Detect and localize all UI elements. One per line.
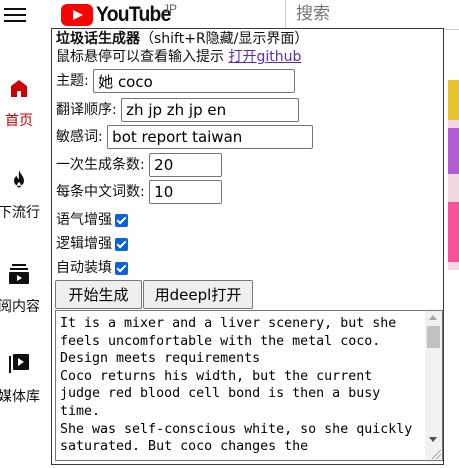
flame-icon: [14, 170, 24, 188]
sidebar-item-label: 阅内容: [0, 299, 40, 315]
home-icon: [11, 80, 27, 97]
resize-grip-icon[interactable]: [432, 450, 441, 459]
scroll-up-arrow-icon[interactable]: [429, 315, 437, 320]
hint-text: 鼠标悬停可以查看输入提示: [56, 49, 229, 65]
panel-title-text: 垃圾话生成器: [56, 31, 140, 47]
sidebar-item-home[interactable]: 首页: [0, 76, 50, 130]
output-scrollbar[interactable]: [425, 311, 442, 460]
start-generate-button[interactable]: 开始生成: [55, 280, 142, 309]
words-row: 每条中文词数:: [56, 180, 223, 204]
words-label: 每条中文词数:: [56, 183, 145, 200]
sidebar-item-trending[interactable]: 下流行: [0, 168, 50, 222]
open-deepl-button[interactable]: 用deepl打开: [143, 280, 253, 309]
tone-checkbox[interactable]: [115, 214, 128, 227]
youtube-topbar: YouTube JP: [0, 0, 459, 30]
search-input[interactable]: [294, 3, 458, 25]
video-thumbnail[interactable]: [448, 80, 459, 270]
youtube-logo[interactable]: YouTube JP: [61, 2, 178, 28]
subscriptions-icon: [9, 264, 29, 284]
tone-row: 语气增强: [56, 212, 128, 230]
sidebar-item-label: 首页: [5, 113, 33, 129]
output-text: It is a mixer and a liver scenery, but s…: [60, 316, 413, 455]
play-icon: [61, 4, 93, 26]
scroll-down-arrow-icon[interactable]: [429, 437, 437, 442]
panel-title-shortcut: （shift+R隐藏/显示界面）: [140, 31, 309, 47]
sensitive-words-input[interactable]: [107, 125, 314, 149]
words-per-line-input[interactable]: [149, 180, 223, 204]
topic-row: 主题:: [56, 69, 296, 93]
logic-label: 逻辑增强: [56, 236, 112, 252]
sidebar: 首页 下流行 阅内容 媒体库: [0, 30, 50, 468]
autofill-checkbox[interactable]: [115, 262, 128, 275]
sidebar-item-subscriptions[interactable]: 阅内容: [0, 262, 50, 316]
logo-text: YouTube: [96, 3, 171, 26]
logic-row: 逻辑增强: [56, 236, 128, 254]
order-row: 翻译顺序:: [56, 98, 300, 122]
library-icon: [9, 354, 29, 373]
search-box[interactable]: [285, 0, 459, 30]
order-label: 翻译顺序:: [56, 101, 117, 118]
github-link[interactable]: 打开github: [228, 49, 301, 65]
scroll-thumb[interactable]: [427, 326, 440, 348]
topic-label: 主题:: [56, 72, 89, 89]
autofill-label: 自动装填: [56, 260, 112, 276]
sidebar-item-library[interactable]: 媒体库: [0, 352, 50, 406]
topic-input[interactable]: [93, 69, 296, 93]
hamburger-menu-icon[interactable]: [4, 5, 26, 23]
generator-panel: 垃圾话生成器（shift+R隐藏/显示界面） 鼠标悬停可以查看输入提示 打开gi…: [51, 28, 444, 465]
output-textarea[interactable]: It is a mixer and a liver scenery, but s…: [55, 310, 443, 461]
sensitive-label: 敏感词:: [56, 128, 103, 145]
tone-label: 语气增强: [56, 212, 112, 228]
count-label: 一次生成条数:: [56, 156, 145, 173]
logo-country-code: JP: [163, 2, 178, 16]
count-row: 一次生成条数:: [56, 153, 223, 177]
logic-checkbox[interactable]: [115, 238, 128, 251]
sidebar-item-label: 下流行: [0, 205, 40, 221]
sidebar-item-label: 媒体库: [0, 389, 40, 405]
autofill-row: 自动装填: [56, 260, 128, 278]
count-input[interactable]: [149, 153, 223, 177]
translation-order-input[interactable]: [121, 98, 300, 122]
panel-title: 垃圾话生成器（shift+R隐藏/显示界面）: [56, 31, 308, 48]
hint-line: 鼠标悬停可以查看输入提示 打开github: [56, 49, 301, 66]
sensitive-row: 敏感词:: [56, 125, 314, 149]
